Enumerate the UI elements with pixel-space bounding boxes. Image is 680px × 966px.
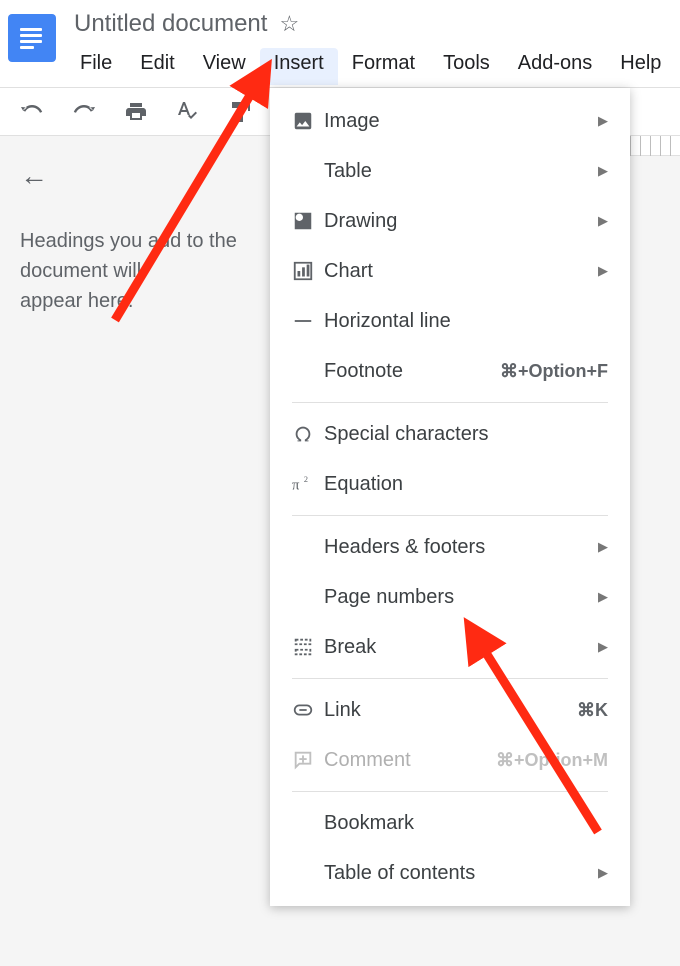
chevron-right-icon: ▶ (598, 865, 608, 881)
insert-bookmark-label: Bookmark (324, 812, 608, 835)
paint-format-button[interactable] (228, 100, 252, 124)
menu-format[interactable]: Format (338, 48, 429, 85)
menu-edit[interactable]: Edit (126, 48, 188, 85)
equation-icon: π2 (292, 473, 324, 495)
outline-hint: Headings you add to the document will ap… (20, 226, 250, 316)
chevron-right-icon: ▶ (598, 113, 608, 129)
docs-app-icon[interactable] (8, 14, 56, 62)
image-icon (292, 110, 324, 132)
menu-addons[interactable]: Add-ons (504, 48, 607, 85)
insert-table-of-contents-label: Table of contents (324, 862, 590, 885)
insert-page-numbers-label: Page numbers (324, 586, 590, 609)
chevron-right-icon: ▶ (598, 589, 608, 605)
insert-headers-footers-label: Headers & footers (324, 536, 590, 559)
footnote-shortcut: ⌘+Option+F (500, 361, 608, 382)
paint-roller-icon (228, 100, 252, 124)
link-shortcut: ⌘K (577, 700, 608, 721)
insert-horizontal-line[interactable]: Horizontal line (270, 296, 630, 346)
menu-separator (292, 402, 608, 403)
insert-image-label: Image (324, 110, 590, 133)
document-title[interactable]: Untitled document (74, 10, 267, 38)
insert-bookmark[interactable]: Bookmark (270, 798, 630, 848)
insert-table-label: Table (324, 160, 590, 183)
menubar: File Edit View Insert Format Tools Add-o… (74, 48, 680, 85)
insert-special-characters-label: Special characters (324, 423, 608, 446)
insert-chart-label: Chart (324, 260, 590, 283)
insert-equation[interactable]: π2 Equation (270, 459, 630, 509)
print-button[interactable] (124, 100, 148, 124)
menu-help[interactable]: Help (606, 48, 675, 85)
insert-footnote-label: Footnote (324, 360, 500, 383)
insert-menu-dropdown: Image ▶ Table ▶ Drawing ▶ Chart ▶ Horizo… (270, 88, 630, 906)
insert-headers-footers[interactable]: Headers & footers ▶ (270, 522, 630, 572)
menu-file[interactable]: File (74, 48, 126, 85)
insert-link[interactable]: Link ⌘K (270, 685, 630, 735)
star-icon[interactable]: ☆ (279, 11, 299, 37)
insert-break[interactable]: Break ▶ (270, 622, 630, 672)
insert-image[interactable]: Image ▶ (270, 96, 630, 146)
insert-chart[interactable]: Chart ▶ (270, 246, 630, 296)
chevron-right-icon: ▶ (598, 263, 608, 279)
header: Untitled document ☆ File Edit View Inser… (0, 0, 680, 88)
comment-shortcut: ⌘+Option+M (496, 750, 608, 771)
insert-comment: Comment ⌘+Option+M (270, 735, 630, 785)
svg-text:2: 2 (304, 475, 308, 484)
link-icon (292, 699, 324, 721)
insert-drawing-label: Drawing (324, 210, 590, 233)
chevron-right-icon: ▶ (598, 639, 608, 655)
spellcheck-icon (176, 100, 200, 124)
insert-link-label: Link (324, 699, 577, 722)
menu-insert[interactable]: Insert (260, 48, 338, 85)
horizontal-line-icon (292, 310, 324, 332)
comment-icon (292, 749, 324, 771)
insert-table[interactable]: Table ▶ (270, 146, 630, 196)
redo-button[interactable] (72, 100, 96, 124)
undo-button[interactable] (20, 100, 44, 124)
chevron-right-icon: ▶ (598, 539, 608, 555)
undo-icon (20, 100, 44, 124)
insert-horizontal-line-label: Horizontal line (324, 310, 608, 333)
back-arrow-icon[interactable]: ← (20, 160, 48, 192)
menu-tools[interactable]: Tools (429, 48, 504, 85)
svg-text:π: π (292, 478, 300, 494)
menu-separator (292, 791, 608, 792)
print-icon (124, 100, 148, 124)
menu-view[interactable]: View (189, 48, 260, 85)
insert-drawing[interactable]: Drawing ▶ (270, 196, 630, 246)
chevron-right-icon: ▶ (598, 213, 608, 229)
omega-icon (292, 423, 324, 445)
insert-equation-label: Equation (324, 473, 608, 496)
break-icon (292, 636, 324, 658)
chart-icon (292, 260, 324, 282)
chevron-right-icon: ▶ (598, 163, 608, 179)
insert-page-numbers[interactable]: Page numbers ▶ (270, 572, 630, 622)
ruler (630, 136, 680, 156)
insert-table-of-contents[interactable]: Table of contents ▶ (270, 848, 630, 898)
insert-break-label: Break (324, 636, 590, 659)
drawing-icon (292, 210, 324, 232)
menu-separator (292, 678, 608, 679)
insert-special-characters[interactable]: Special characters (270, 409, 630, 459)
outline-hint-line2: appear here. (20, 290, 133, 312)
insert-comment-label: Comment (324, 749, 496, 772)
redo-icon (72, 100, 96, 124)
menu-separator (292, 515, 608, 516)
outline-hint-line1: Headings you add to the document will (20, 230, 237, 282)
spellcheck-button[interactable] (176, 100, 200, 124)
insert-footnote[interactable]: Footnote ⌘+Option+F (270, 346, 630, 396)
